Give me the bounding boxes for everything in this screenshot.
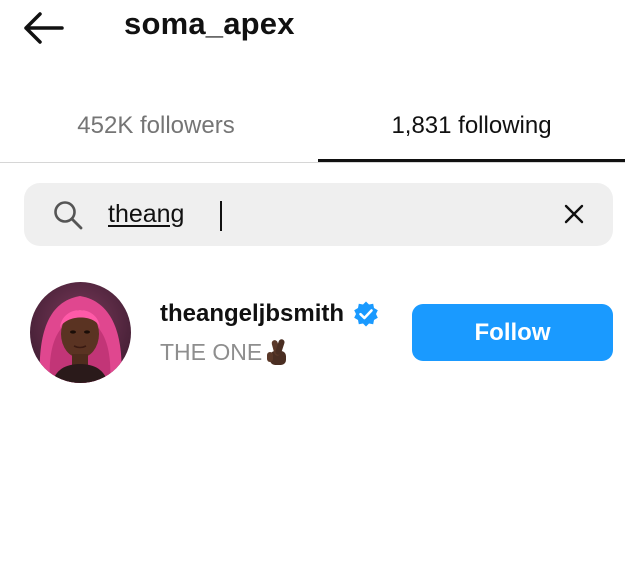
bio-text: THE ONE [160, 338, 263, 365]
search-bar[interactable] [24, 183, 613, 246]
follow-button[interactable]: Follow [412, 304, 613, 361]
search-icon [54, 201, 83, 230]
back-button[interactable] [20, 8, 66, 48]
username-line: theangeljbsmith [160, 300, 380, 328]
active-tab-indicator [318, 159, 625, 162]
crossed-fingers-icon [267, 339, 287, 365]
top-bar: soma_apex [0, 0, 625, 60]
avatar[interactable] [30, 282, 131, 383]
verified-badge-icon [354, 301, 378, 327]
tab-following[interactable]: 1,831 following [318, 90, 625, 162]
search-input[interactable] [108, 195, 528, 233]
tab-followers[interactable]: 452K followers [0, 90, 312, 162]
page-title: soma_apex [124, 6, 295, 41]
follow-tabs: 452K followers 1,831 following [0, 90, 625, 163]
text-cursor [220, 201, 222, 231]
username[interactable]: theangeljbsmith [160, 300, 344, 328]
user-bio: THE ONE [160, 337, 292, 367]
list-item[interactable]: theangeljbsmith THE ONE Follow [0, 270, 625, 394]
arrow-left-icon [24, 12, 64, 44]
close-icon[interactable] [560, 200, 588, 228]
